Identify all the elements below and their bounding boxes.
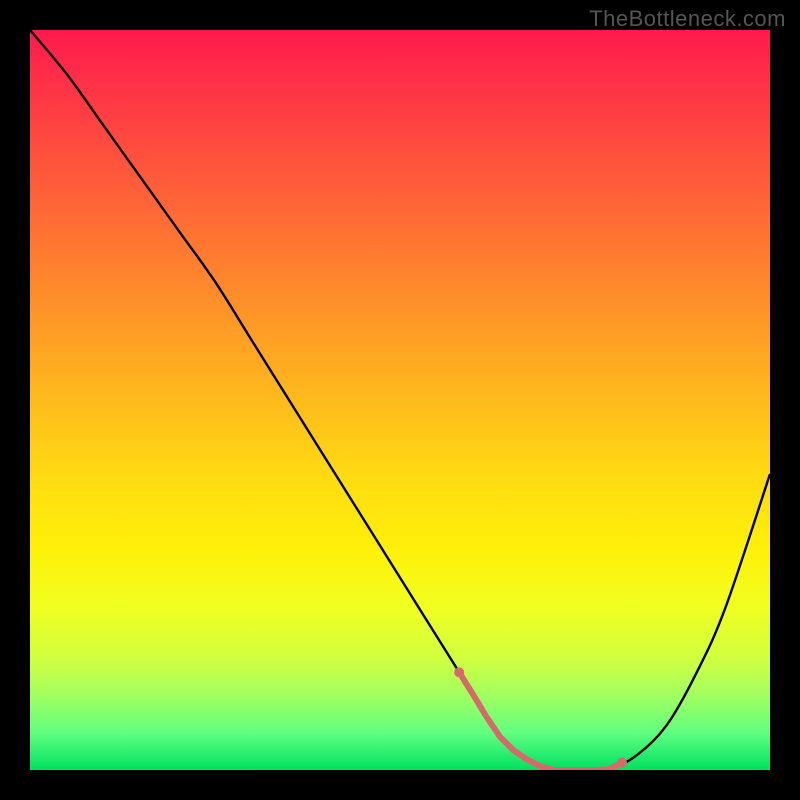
- optimal-range-line: [459, 672, 622, 770]
- optimal-range-end-marker: [617, 758, 627, 768]
- bottleneck-curve: [30, 30, 770, 770]
- chart-frame: TheBottleneck.com: [0, 0, 800, 800]
- optimal-range-start-marker: [454, 667, 464, 677]
- watermark-text: TheBottleneck.com: [589, 6, 786, 32]
- curve-path: [30, 30, 770, 770]
- plot-area: [30, 30, 770, 770]
